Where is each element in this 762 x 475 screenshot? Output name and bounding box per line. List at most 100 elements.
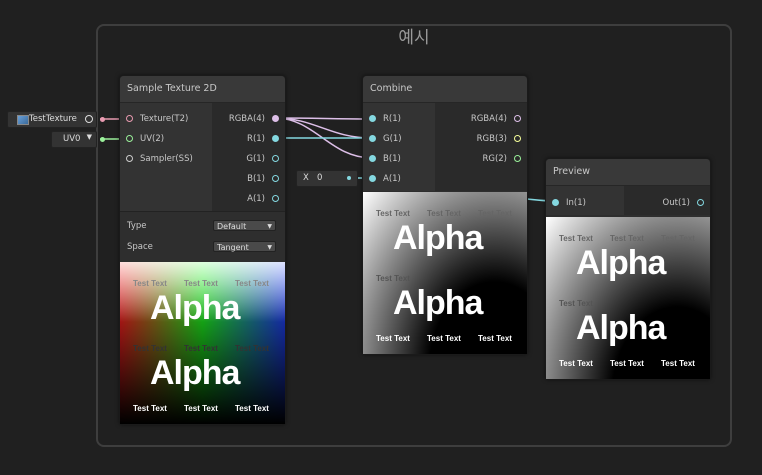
input-port-texture[interactable]: Texture(T2) [126, 111, 188, 127]
output-port-label: G(1) [246, 154, 265, 164]
input-port-sampler[interactable]: Sampler(SS) [126, 151, 193, 167]
preview-small-text: Test Text [610, 359, 644, 368]
alpha-axis-label: X [303, 173, 309, 183]
output-port-label: RG(2) [482, 154, 507, 164]
type-dropdown[interactable]: Default ▼ [213, 220, 276, 231]
texture-field-value: TestTexture [29, 114, 77, 124]
output-port-label: RGB(3) [476, 134, 507, 144]
node-title[interactable]: Preview [546, 159, 710, 186]
sampler-port-icon [126, 155, 133, 162]
combine-preview: Test Text Test Text Test Text Alpha Test… [363, 192, 527, 354]
output-port-b[interactable]: B(1) [247, 171, 279, 187]
texture-preview: Test Text Test Text Test Text Alpha Test… [120, 262, 285, 424]
uv-field-value: UV0 [63, 134, 81, 144]
preview-small-text: Test Text [184, 404, 218, 413]
output-port-a[interactable]: A(1) [247, 191, 279, 207]
preview-small-text: Test Text [376, 334, 410, 343]
vector2-port-icon [126, 135, 133, 142]
input-port-label: A(1) [383, 174, 401, 184]
output-port-rg[interactable]: RG(2) [482, 151, 521, 167]
uv-connector-dot [100, 137, 105, 142]
preview-big-text: Alpha [393, 284, 483, 322]
preview-small-text: Test Text [184, 344, 218, 353]
vector1-port-icon [697, 199, 704, 206]
uv-channel-dropdown[interactable]: UV0 ▼ [51, 131, 97, 148]
texture-asset-field[interactable]: TestTexture [7, 111, 97, 128]
preview-small-text: Test Text [427, 334, 461, 343]
preview-small-text: Test Text [133, 404, 167, 413]
output-port-label: RGBA(4) [470, 114, 507, 124]
preview-small-text: Test Text [661, 234, 695, 243]
input-port-label: In(1) [566, 198, 586, 208]
node-title[interactable]: Combine [363, 76, 527, 103]
group-title[interactable]: 예시 [98, 26, 730, 50]
preview-small-text: Test Text [376, 274, 410, 283]
input-port-uv[interactable]: UV(2) [126, 131, 164, 147]
vector1-port-icon [272, 135, 279, 142]
vector4-port-icon [272, 115, 279, 122]
alpha-value-input[interactable]: 0 [315, 172, 322, 184]
preview-small-text: Test Text [610, 234, 644, 243]
type-label: Type [127, 221, 147, 231]
preview-output-image: Test Text Test Text Test Text Alpha Test… [546, 217, 710, 379]
input-port-r[interactable]: R(1) [369, 111, 401, 127]
output-port-rgba[interactable]: RGBA(4) [471, 111, 521, 127]
vector1-port-icon [369, 155, 376, 162]
preview-small-text: Test Text [661, 359, 695, 368]
input-port-label: Texture(T2) [140, 114, 189, 124]
preview-big-text: Alpha [393, 219, 483, 257]
input-port-label: G(1) [383, 134, 402, 144]
combine-node[interactable]: Combine R(1) G(1) B(1) A(1) RGBA(4) RGB(… [362, 75, 528, 355]
output-port-rgb[interactable]: RGB(3) [477, 131, 521, 147]
object-picker-icon[interactable] [85, 115, 93, 123]
input-port-label: B(1) [383, 154, 401, 164]
texture-asset-icon [17, 115, 29, 125]
vector1-port-icon [369, 115, 376, 122]
output-port-label: RGBA(4) [228, 114, 265, 124]
output-port-r[interactable]: R(1) [247, 131, 279, 147]
input-port-b[interactable]: B(1) [369, 151, 401, 167]
preview-small-text: Test Text [235, 279, 269, 288]
input-port-label: Sampler(SS) [140, 154, 193, 164]
settings-divider [120, 211, 285, 212]
preview-big-text: Alpha [150, 354, 240, 392]
vector3-port-icon [514, 135, 521, 142]
space-label: Space [127, 242, 153, 252]
node-title[interactable]: Sample Texture 2D [120, 76, 285, 103]
preview-small-text: Test Text [184, 279, 218, 288]
output-port-out[interactable]: Out(1) [663, 195, 704, 211]
preview-big-text: Alpha [576, 244, 666, 282]
input-port-in[interactable]: In(1) [552, 195, 586, 211]
vector1-port-icon [272, 175, 279, 182]
preview-small-text: Test Text [559, 359, 593, 368]
preview-small-text: Test Text [478, 209, 512, 218]
output-port-g[interactable]: G(1) [246, 151, 279, 167]
alpha-connector-dot [347, 176, 351, 180]
preview-small-text: Test Text [133, 279, 167, 288]
chevron-down-icon: ▼ [267, 223, 272, 230]
preview-small-text: Test Text [478, 334, 512, 343]
texture-port-icon [126, 115, 133, 122]
sample-texture-2d-node[interactable]: Sample Texture 2D Texture(T2) UV(2) Samp… [119, 75, 286, 425]
preview-small-text: Test Text [559, 234, 593, 243]
output-port-rgba[interactable]: RGBA(4) [229, 111, 279, 127]
preview-big-text: Alpha [576, 309, 666, 347]
preview-small-text: Test Text [559, 299, 593, 308]
vector1-port-icon [369, 175, 376, 182]
chevron-down-icon: ▼ [267, 244, 272, 251]
preview-node[interactable]: Preview In(1) Out(1) Test Text Test Text… [545, 158, 711, 380]
preview-small-text: Test Text [133, 344, 167, 353]
preview-small-text: Test Text [235, 404, 269, 413]
input-port-a[interactable]: A(1) [369, 171, 401, 187]
vector1-port-icon [272, 155, 279, 162]
vector1-port-icon [552, 199, 559, 206]
vector1-port-icon [369, 135, 376, 142]
space-dropdown[interactable]: Tangent ▼ [213, 241, 276, 252]
input-port-g[interactable]: G(1) [369, 131, 402, 147]
vector1-port-icon [272, 195, 279, 202]
output-port-label: R(1) [247, 134, 265, 144]
preview-small-text: Test Text [427, 209, 461, 218]
graph-canvas[interactable]: 예시 TestTexture UV0 ▼ Sample Texture 2D T… [0, 0, 762, 475]
preview-big-text: Alpha [150, 289, 240, 327]
type-dropdown-value: Default [217, 222, 247, 231]
